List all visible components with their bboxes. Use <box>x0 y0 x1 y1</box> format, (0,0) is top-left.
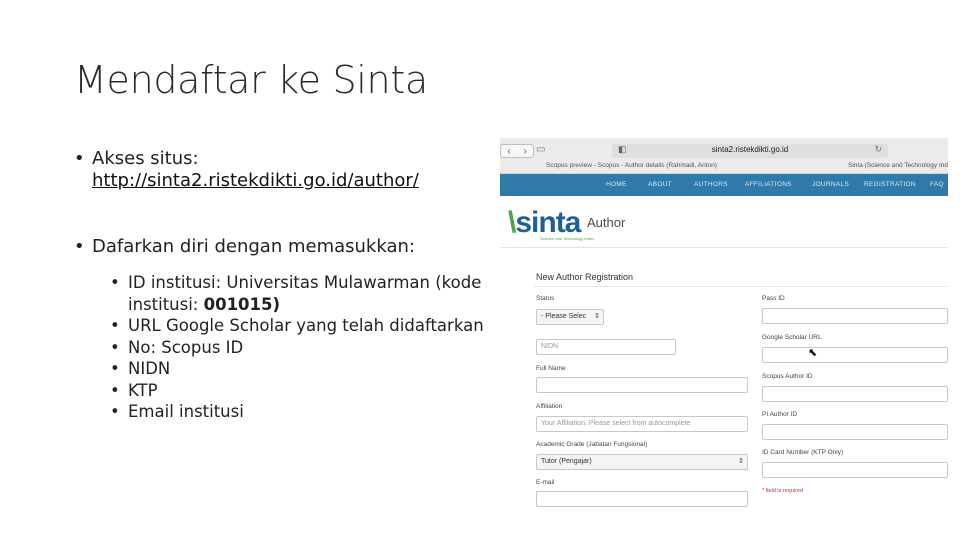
browser-toolbar: ‹ › ▭ ◧ sinta2.ristekdikti.go.id ↻ Scopu… <box>500 138 948 174</box>
status-select[interactable]: - Please Selec ⇕ <box>536 309 604 325</box>
status-label: Status <box>536 295 555 302</box>
scopus-id-label: Scopus Author ID <box>762 373 813 380</box>
bullet-dot: • <box>74 148 85 169</box>
sub-bullet-email: • Email institusi <box>110 402 244 421</box>
sub-bullet-ktp: • KTP <box>110 380 158 400</box>
nav-about[interactable]: ABOUT <box>648 181 672 188</box>
sinta-logo-subtitle: Science and Technology Index <box>540 236 595 241</box>
sinta-screenshot: ‹ › ▭ ◧ sinta2.ristekdikti.go.id ↻ Scopu… <box>500 138 948 512</box>
academic-grade-select[interactable]: Tutor (Pengajar) ⇕ <box>536 454 748 470</box>
gscholar-label: Google Scholar URL <box>762 334 822 341</box>
sub-bullet-institution-text: ID institusi: Universitas Mulawarman (ko… <box>128 273 482 314</box>
sub-bullet-list: • ID institusi: Universitas Mulawarman (… <box>110 272 494 423</box>
sub-bullet-gscholar: • URL Google Scholar yang telah didaftar… <box>110 316 484 335</box>
address-bar[interactable]: ◧ sinta2.ristekdikti.go.id ↻ <box>612 144 888 158</box>
nav-home[interactable]: HOME <box>606 181 627 188</box>
nav-journals[interactable]: JOURNALS <box>812 181 849 188</box>
idcard-input[interactable] <box>762 462 948 478</box>
fullname-input[interactable] <box>536 377 748 393</box>
pi-author-input[interactable] <box>762 424 948 440</box>
sub-bullet-nidn-text: NIDN <box>128 359 171 378</box>
pi-author-label: PI Author ID <box>762 411 798 418</box>
affiliation-input[interactable]: Your Affiliation. Please select from aut… <box>536 416 748 432</box>
select-arrows-icon: ⇕ <box>738 458 744 465</box>
academic-grade-value: Tutor (Pengajar) <box>541 458 592 465</box>
browser-tab-sinta[interactable]: Sinta (Science and Technology Index) <box>848 162 948 174</box>
bullet-register: • Dafarkan diri dengan memasukkan: <box>74 236 494 258</box>
pass-id-input[interactable] <box>762 308 948 324</box>
site-header: \sinta Science and Technology Index Auth… <box>500 196 948 248</box>
sub-bullet-nidn: • NIDN <box>110 359 171 378</box>
slide-title: Mendaftar ke Sinta <box>74 58 428 102</box>
sub-bullet-ktp-text: KTP <box>128 380 158 400</box>
pass-id-label: Pass ID <box>762 295 785 302</box>
browser-tab-scopus[interactable]: Scopus preview - Scopus - Author details… <box>546 162 746 174</box>
sub-bullet-gscholar-text: URL Google Scholar yang telah didaftarka… <box>128 316 484 335</box>
nidn-input[interactable]: NIDN <box>536 339 676 355</box>
nav-faq[interactable]: FAQ <box>930 181 944 188</box>
sub-bullet-institution: • ID institusi: Universitas Mulawarman (… <box>110 273 482 314</box>
bullet-access-site: • Akses situs: http://sinta2.ristekdikti… <box>74 148 494 192</box>
page-section-label: Author <box>587 215 626 230</box>
bullet-register-text: Dafarkan diri dengan memasukkan: <box>92 236 415 257</box>
academic-grade-label: Academic Grade (Jabatan Fungsional) <box>536 441 648 448</box>
bullet-dot: • <box>74 236 85 257</box>
email-label: E-mail <box>536 479 555 486</box>
back-icon[interactable]: ‹ <box>507 146 510 157</box>
sub-bullet-email-text: Email institusi <box>128 402 244 421</box>
back-forward-buttons[interactable]: ‹ › <box>500 144 534 158</box>
email-input[interactable] <box>536 491 748 507</box>
sidebar-icon[interactable]: ▭ <box>536 144 545 155</box>
sub-bullet-scopus-text: No: Scopus ID <box>128 337 244 357</box>
sinta-logo[interactable]: \sinta <box>508 206 581 240</box>
select-arrows-icon: ⇕ <box>594 313 600 320</box>
status-select-value: - Please Selec <box>541 313 587 320</box>
sub-bullet-scopus: • No: Scopus ID <box>110 337 244 357</box>
fullname-label: Full Name <box>536 365 566 372</box>
gscholar-input[interactable] <box>762 347 948 363</box>
forward-icon[interactable]: › <box>523 146 526 157</box>
nav-affiliations[interactable]: AFFILIATIONS <box>745 181 792 188</box>
reload-icon[interactable]: ↻ <box>874 144 882 155</box>
nav-authors[interactable]: AUTHORS <box>694 181 728 188</box>
mouse-cursor-icon: ⬉ <box>808 347 818 359</box>
idcard-label: ID Card Number (KTP Only) <box>762 449 844 456</box>
form-divider <box>534 286 948 287</box>
form-title: New Author Registration <box>536 272 634 282</box>
affiliation-label: Affiliation <box>536 403 563 410</box>
site-nav-bar: HOME ABOUT AUTHORS AFFILIATIONS JOURNALS… <box>500 174 948 196</box>
sinta-url-link[interactable]: http://sinta2.ristekdikti.go.id/author/ <box>92 170 494 192</box>
nav-registration[interactable]: REGISTRATION <box>864 181 916 188</box>
address-url: sinta2.ristekdikti.go.id <box>711 145 789 154</box>
institution-code: 001015) <box>203 294 281 314</box>
bullet-access-label: Akses situs: <box>92 148 199 169</box>
required-note: * field is required <box>762 488 803 494</box>
scopus-id-input[interactable] <box>762 386 948 402</box>
